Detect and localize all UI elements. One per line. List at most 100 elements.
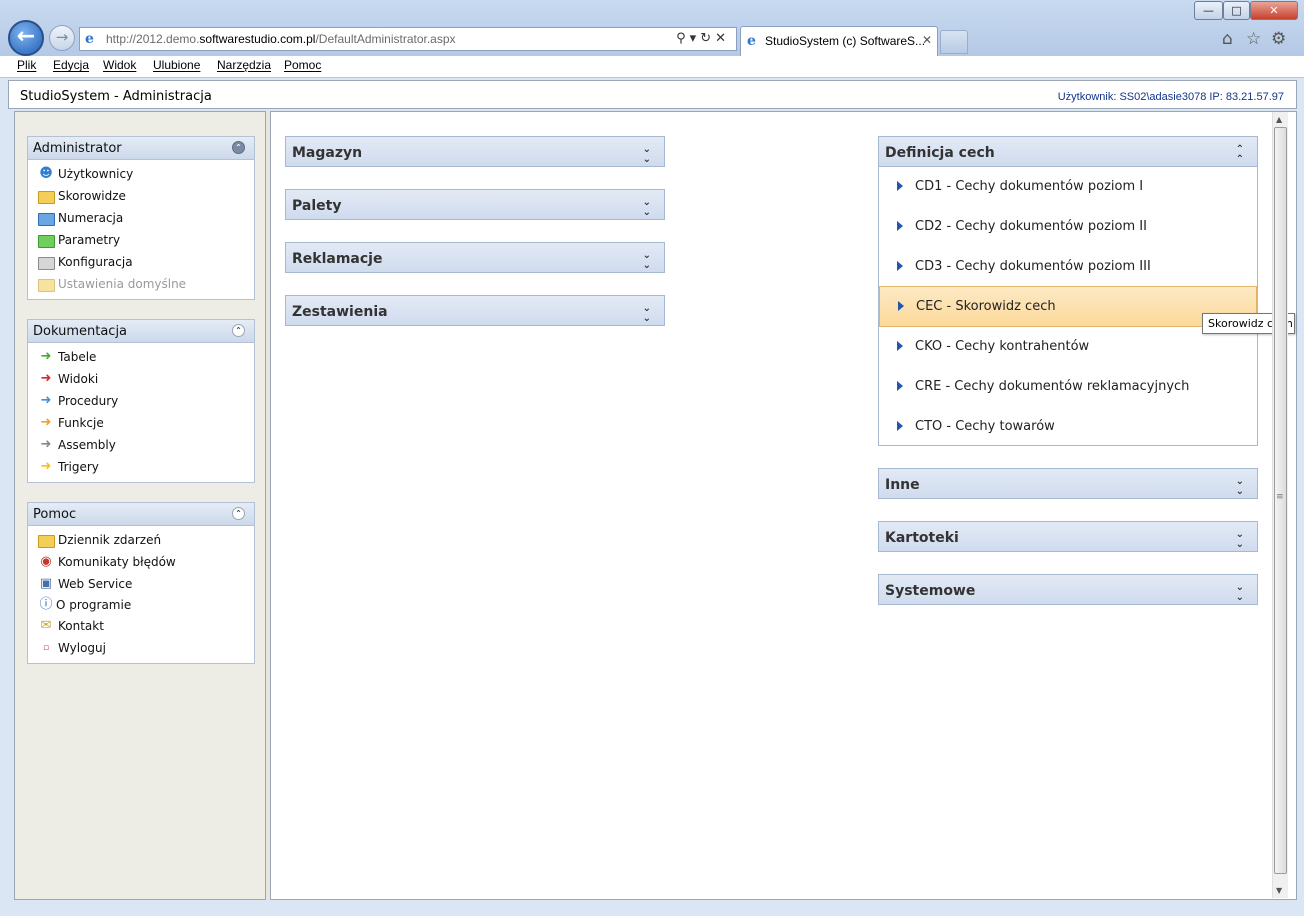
expand-chevron-icon[interactable]: ⌄ ⌄ [643, 198, 651, 218]
expand-chevron-icon[interactable]: ⌄ ⌄ [643, 251, 651, 271]
logout-icon: ▫ [42, 643, 50, 653]
triangle-right-icon [897, 221, 903, 231]
favorites-star-icon[interactable]: ☆ [1246, 29, 1261, 49]
panel-administrator: Administrator ⌃ ☻ Użytkownicy Skorowidze… [27, 136, 255, 300]
list-item-cd1[interactable]: CD1 - Cechy dokumentów poziom I [879, 167, 1257, 207]
envelope-icon: ✉ [40, 618, 52, 633]
close-window-button[interactable]: ✕ [1250, 1, 1298, 20]
menu-plik[interactable]: Plik [17, 58, 36, 72]
section-title: Reklamacje [292, 251, 383, 267]
browser-tab[interactable]: e StudioSystem (c) SoftwareS... ✕ [740, 26, 938, 56]
close-tab-icon[interactable]: ✕ [922, 33, 932, 47]
panel-title: Administrator [33, 141, 122, 156]
list-item-cto[interactable]: CTO - Cechy towarów [879, 407, 1257, 447]
section-palety[interactable]: Palety ⌄ ⌄ [285, 189, 665, 220]
folder-green-icon [38, 233, 55, 248]
section-title: Kartoteki [885, 530, 959, 546]
menu-widok[interactable]: Widok [103, 58, 136, 72]
menu-edycja[interactable]: Edycja [53, 58, 89, 72]
section-inne[interactable]: Inne ⌄ ⌄ [878, 468, 1258, 499]
scroll-up-icon[interactable]: ▲ [1276, 115, 1282, 124]
section-zestawienia[interactable]: Zestawienia ⌄ ⌄ [285, 295, 665, 326]
arrow-orange-icon: ➜ [40, 415, 52, 430]
section-definicja-cech[interactable]: Definicja cech ⌃ ⌃ [878, 136, 1258, 167]
menu-pomoc[interactable]: Pomoc [284, 58, 321, 72]
section-title: Magazyn [292, 145, 363, 161]
forward-arrow-icon: → [55, 28, 69, 46]
list-item-cec-selected[interactable]: CEC - Skorowidz cech [879, 286, 1257, 327]
panel-pomoc: Pomoc ⌃ Dziennik zdarzeń ◉ Komunikaty bł… [27, 502, 255, 664]
folder-blue-icon [38, 211, 55, 226]
menu-bar: Plik Edycja Widok Ulubione Narzędzia Pom… [0, 56, 1304, 78]
collapse-icon[interactable]: ⌃ [232, 324, 245, 337]
ie-page-icon: e [85, 31, 94, 47]
triangle-right-icon [897, 381, 903, 391]
forward-button[interactable]: → [49, 25, 75, 51]
section-title: Palety [292, 198, 342, 214]
list-item-cre[interactable]: CRE - Cechy dokumentów reklamacyjnych [879, 367, 1257, 407]
panel-title: Pomoc [33, 507, 77, 522]
search-icon[interactable]: ⚲ [676, 31, 690, 46]
app-title: StudioSystem - Administracja [20, 89, 212, 104]
expand-chevron-icon[interactable]: ⌄ ⌄ [643, 145, 651, 165]
collapse-chevron-icon[interactable]: ⌃ ⌃ [1236, 145, 1244, 165]
arrow-red-icon: ➜ [40, 371, 52, 386]
address-controls[interactable]: ⚲▾↻✕ [676, 31, 730, 46]
panel-header[interactable]: Administrator ⌃ [28, 137, 254, 160]
panel-header[interactable]: Dokumentacja ⌃ [28, 320, 254, 343]
collapse-icon[interactable]: ⌃ [232, 507, 245, 520]
error-stop-icon: ◉ [40, 554, 52, 569]
stop-icon[interactable]: ✕ [715, 31, 730, 46]
expand-chevron-icon[interactable]: ⌄ ⌄ [1236, 530, 1244, 550]
back-button[interactable]: ← [8, 20, 44, 56]
triangle-right-icon [898, 301, 904, 311]
collapse-icon[interactable]: ⌃ [232, 141, 245, 154]
triangle-right-icon [897, 181, 903, 191]
definicja-cech-list: CD1 - Cechy dokumentów poziom I CD2 - Ce… [878, 167, 1258, 446]
back-arrow-icon: ← [16, 24, 36, 49]
panel-header[interactable]: Pomoc ⌃ [28, 503, 254, 526]
folder-yellow-icon [38, 189, 55, 204]
list-item-cd2[interactable]: CD2 - Cechy dokumentów poziom II [879, 207, 1257, 247]
arrow-grey-icon: ➜ [40, 437, 52, 452]
expand-chevron-icon[interactable]: ⌄ ⌄ [1236, 477, 1244, 497]
maximize-button[interactable]: □ [1223, 1, 1250, 20]
info-icon: ⓘ [39, 597, 53, 612]
list-item-cd3[interactable]: CD3 - Cechy dokumentów poziom III [879, 247, 1257, 287]
address-bar[interactable]: e http://2012.demo.softwarestudio.com.pl… [79, 27, 737, 51]
web-service-icon: ▣ [39, 576, 53, 591]
section-reklamacje[interactable]: Reklamacje ⌄ ⌄ [285, 242, 665, 273]
folder-yellow-icon [38, 277, 55, 292]
app-header: StudioSystem - Administracja Użytkownik:… [8, 80, 1297, 109]
section-title: Definicja cech [885, 145, 995, 161]
expand-chevron-icon[interactable]: ⌄ ⌄ [643, 304, 651, 324]
refresh-icon[interactable]: ↻ [700, 31, 715, 46]
vertical-scrollbar[interactable]: ▲ ≡ ▼ [1272, 112, 1288, 898]
triangle-right-icon [897, 421, 903, 431]
arrow-yellow-icon: ➜ [40, 459, 52, 474]
folder-grey-icon [38, 255, 55, 270]
expand-chevron-icon[interactable]: ⌄ ⌄ [1236, 583, 1244, 603]
section-systemowe[interactable]: Systemowe ⌄ ⌄ [878, 574, 1258, 605]
tab-title: StudioSystem (c) SoftwareS... [765, 34, 926, 48]
user-info: Użytkownik: SS02\adasie3078 IP: 83.21.57… [1057, 91, 1284, 103]
scroll-grip-icon: ≡ [1276, 492, 1284, 502]
event-log-icon [38, 533, 55, 548]
menu-ulubione[interactable]: Ulubione [153, 58, 200, 72]
dropdown-icon[interactable]: ▾ [690, 31, 701, 46]
menu-narzedzia[interactable]: Narzędzia [217, 58, 271, 72]
triangle-right-icon [897, 341, 903, 351]
list-item-cko[interactable]: CKO - Cechy kontrahentów [879, 327, 1257, 367]
section-title: Systemowe [885, 583, 976, 599]
scroll-down-icon[interactable]: ▼ [1276, 886, 1282, 895]
users-icon: ☻ [39, 166, 53, 181]
minimize-button[interactable]: — [1194, 1, 1223, 20]
new-tab-button[interactable] [940, 30, 968, 54]
gear-icon[interactable]: ⚙ [1271, 29, 1286, 49]
triangle-right-icon [897, 261, 903, 271]
section-title: Zestawienia [292, 304, 388, 320]
panel-dokumentacja: Dokumentacja ⌃ ➜ Tabele ➜ Widoki ➜ Proce… [27, 319, 255, 483]
section-magazyn[interactable]: Magazyn ⌄ ⌄ [285, 136, 665, 167]
section-kartoteki[interactable]: Kartoteki ⌄ ⌄ [878, 521, 1258, 552]
home-icon[interactable]: ⌂ [1222, 29, 1233, 49]
